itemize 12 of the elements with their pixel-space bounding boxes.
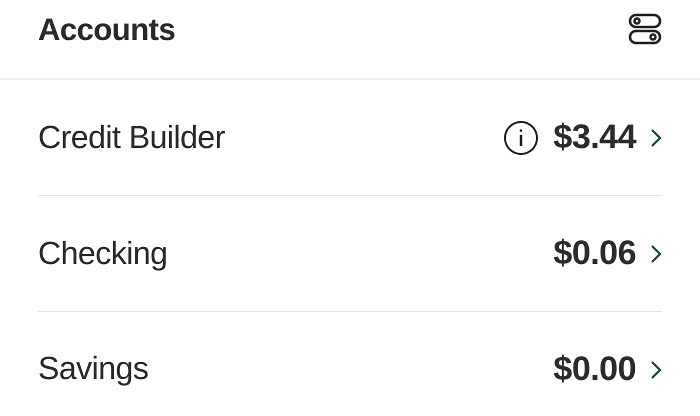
chevron-right-icon[interactable] (650, 244, 662, 264)
account-balance: $3.44 (553, 118, 636, 157)
page-title: Accounts (38, 12, 176, 48)
chevron-right-icon[interactable] (650, 360, 662, 380)
toggles-icon[interactable] (628, 12, 662, 46)
account-name: Savings (38, 350, 148, 387)
account-balance: $0.00 (553, 350, 636, 389)
chevron-right-icon[interactable] (650, 128, 662, 148)
account-name: Checking (38, 235, 168, 272)
info-icon[interactable] (503, 120, 540, 156)
account-name: Credit Builder (38, 119, 225, 156)
account-balance: $0.06 (553, 234, 636, 273)
